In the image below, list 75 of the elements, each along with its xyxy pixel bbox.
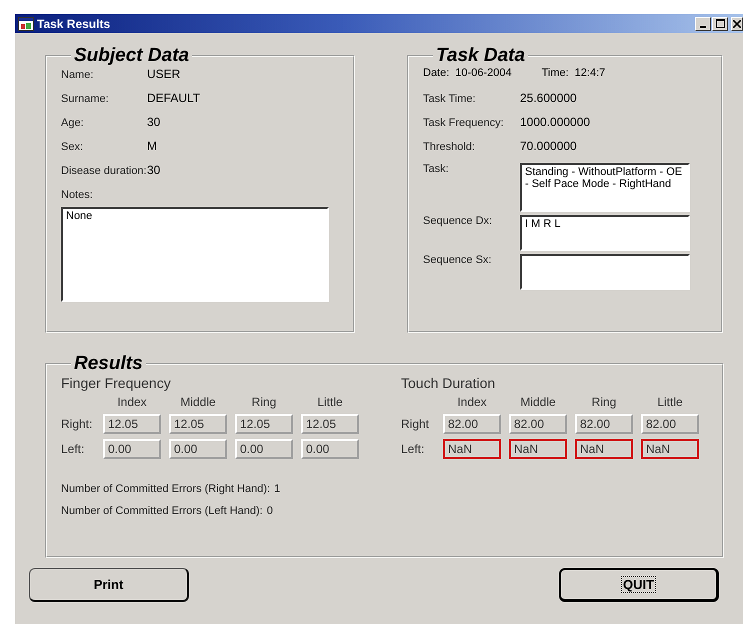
field-label: Sex: (61, 141, 84, 153)
field-label: Task Frequency: (423, 117, 505, 129)
app-window-icon (18, 16, 34, 30)
value-cell: NaN (509, 439, 567, 459)
row-label: Left: (401, 442, 426, 456)
value-cell: 0.00 (301, 439, 359, 459)
value-cell: 82.00 (509, 414, 567, 434)
print-button[interactable]: Print (29, 568, 189, 602)
field-label: Sequence Dx: (423, 215, 494, 227)
field-value: DEFAULT (147, 91, 200, 105)
close-icon (733, 20, 741, 28)
notes-field[interactable]: None (61, 207, 329, 302)
error-count-value: 1 (274, 483, 280, 495)
maximize-button[interactable] (712, 16, 728, 30)
task-field[interactable]: Standing - WithoutPlatform - OE - Self Pace Mode - RightHand (520, 163, 690, 212)
field-label: Threshold: (423, 141, 476, 153)
error-count-value: 0 (266, 505, 273, 517)
field-label: Name: (61, 69, 94, 81)
column-header: Index (456, 395, 488, 409)
value-cell: 82.00 (641, 414, 699, 434)
field-value: M (147, 139, 157, 153)
value-cell: 82.00 (443, 414, 501, 434)
quit-button[interactable]: QUIT (559, 568, 719, 602)
value-cell: 0.00 (169, 439, 227, 459)
field-label: Age: (61, 117, 85, 129)
field-value: 70.000000 (520, 139, 577, 153)
field-label: Disease duration: (61, 165, 147, 177)
column-header: Ring (250, 395, 278, 409)
field-value: 12:4:7 (574, 67, 606, 79)
section-title: Subject Data (73, 45, 190, 67)
error-count-label: Number of Committed Errors (Right Hand): (61, 483, 270, 495)
group-title: Touch Duration (401, 375, 496, 391)
minimize-button[interactable] (695, 16, 711, 30)
field-label: Date: (423, 67, 450, 79)
minimize-icon (700, 26, 706, 28)
field-value: 30 (147, 115, 160, 129)
row-label: Right: (61, 417, 94, 431)
value-cell: 82.00 (575, 414, 633, 434)
error-count-label: Number of Committed Errors (Left Hand): (61, 505, 263, 517)
field-value: 30 (147, 163, 160, 177)
row-label: Left: (61, 442, 86, 456)
column-header: Little (656, 395, 684, 409)
column-header: Middle (519, 395, 557, 409)
value-cell: 12.05 (169, 414, 227, 434)
column-header: Index (116, 395, 148, 409)
section-title: Task Data (435, 45, 526, 67)
close-button[interactable] (731, 16, 743, 30)
column-header: Little (316, 395, 344, 409)
value-cell: NaN (641, 439, 699, 459)
window-title: Task Results (37, 16, 112, 30)
field-label: Surname: (61, 93, 110, 105)
value-cell: NaN (575, 439, 633, 459)
sequence-field[interactable] (520, 254, 690, 290)
group-title: Finger Frequency (61, 375, 172, 391)
maximize-icon (716, 19, 724, 28)
value-cell: 0.00 (103, 439, 161, 459)
field-value: 25.600000 (520, 91, 577, 105)
column-header: Middle (179, 395, 217, 409)
row-label: Right (401, 417, 430, 431)
value-cell: 12.05 (235, 414, 293, 434)
section-title: Results (73, 353, 144, 375)
value-cell: 12.05 (103, 414, 161, 434)
field-label: Notes: (61, 189, 94, 201)
field-value: 1000.000000 (520, 115, 590, 129)
value-cell: NaN (443, 439, 501, 459)
field-label: Task: (423, 163, 450, 175)
field-label: Time: (542, 67, 569, 79)
value-cell: 12.05 (301, 414, 359, 434)
column-header: Ring (590, 395, 618, 409)
field-value: 10-06-2004 (455, 67, 512, 79)
sequence-field[interactable]: I M R L (520, 215, 690, 251)
field-value: USER (147, 67, 180, 81)
field-label: Task Time: (423, 93, 477, 105)
field-label: Sequence Sx: (423, 254, 492, 266)
value-cell: 0.00 (235, 439, 293, 459)
